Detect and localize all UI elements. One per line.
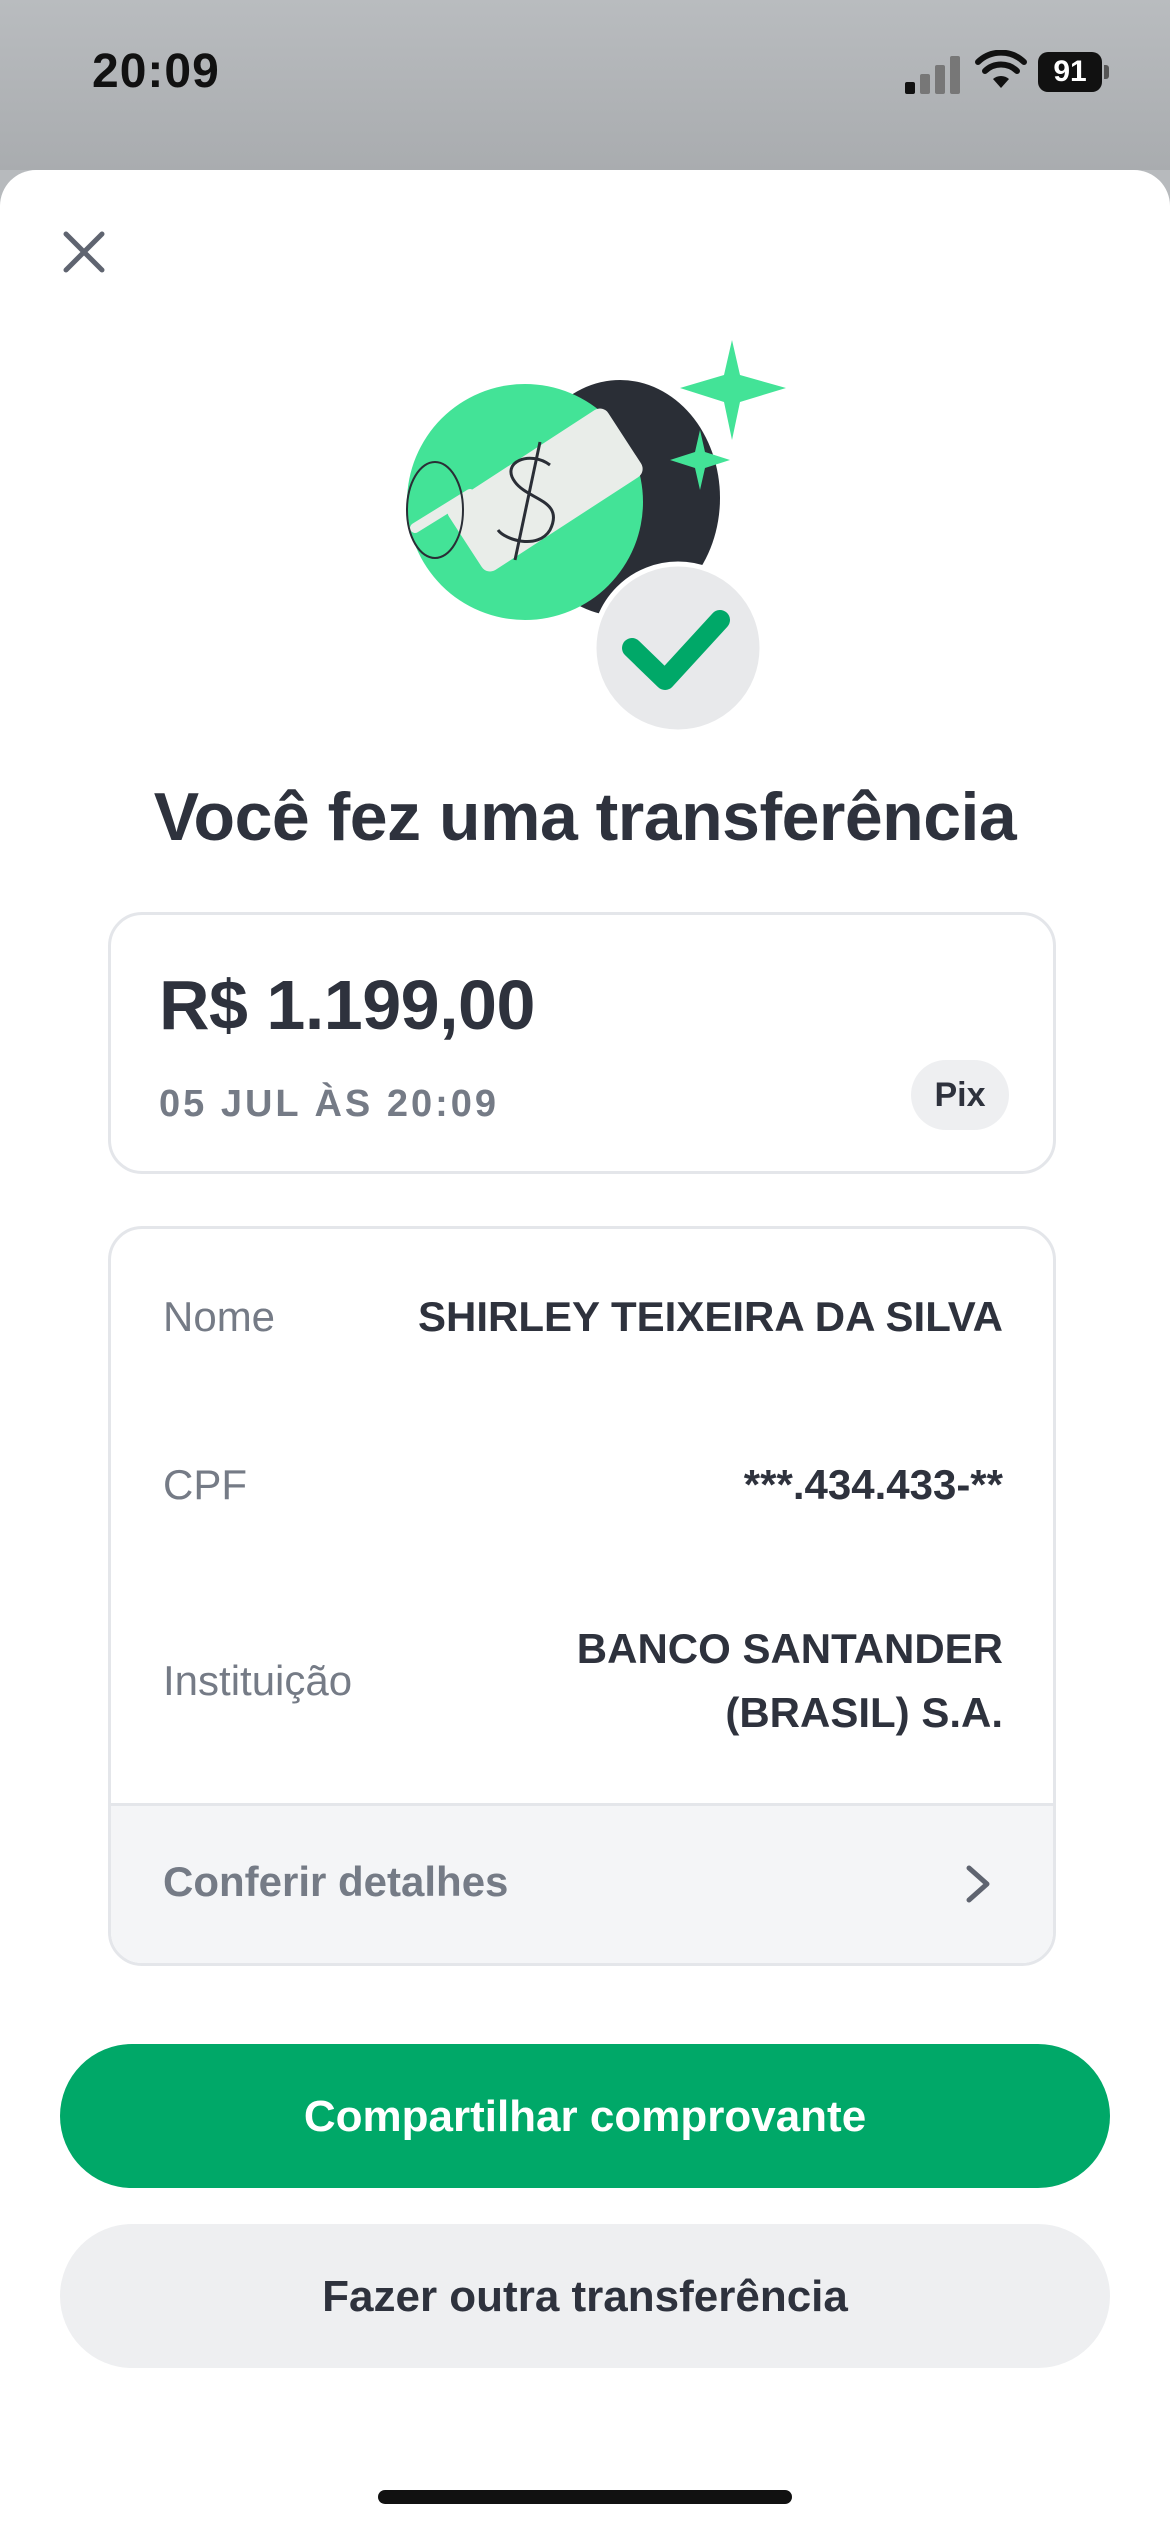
detail-value: BANCO SANTANDER (BRASIL) S.A. — [576, 1625, 1003, 1736]
status-bar: 20:09 91 — [0, 0, 1170, 170]
new-transfer-button[interactable]: Fazer outra transferência — [60, 2224, 1110, 2368]
transfer-date: 05 JUL ÀS 20:09 — [159, 1083, 500, 1125]
detail-label: Nome — [163, 1293, 276, 1340]
detail-row-nome: Nome SHIRLEY TEIXEIRA DA SILVA — [163, 1285, 1003, 1349]
detail-row-cpf: CPF ***.434.433-** — [163, 1453, 1003, 1517]
battery-icon: 91 — [1038, 52, 1110, 92]
recipient-details-card: Nome SHIRLEY TEIXEIRA DA SILVA CPF ***.4… — [108, 1226, 1056, 1966]
battery-level: 91 — [1038, 52, 1102, 92]
view-details-label: Conferir detalhes — [163, 1858, 509, 1905]
detail-label: Instituição — [163, 1657, 353, 1704]
close-button[interactable] — [50, 218, 118, 286]
signal-icon — [905, 56, 960, 94]
payment-method-badge: Pix — [911, 1060, 1009, 1130]
detail-value: ***.434.433-** — [743, 1461, 1003, 1508]
status-time: 20:09 — [92, 45, 220, 98]
detail-value: SHIRLEY TEIXEIRA DA SILVA — [418, 1293, 1003, 1340]
detail-label: CPF — [163, 1461, 247, 1508]
success-badge — [591, 561, 765, 730]
transfer-amount: R$ 1.199,00 — [159, 966, 535, 1044]
money-success-illustration — [406, 340, 786, 730]
view-details-link[interactable]: Conferir detalhes — [111, 1803, 1053, 1963]
share-receipt-button[interactable]: Compartilhar comprovante — [60, 2044, 1110, 2188]
close-icon — [63, 231, 105, 273]
home-indicator — [378, 2490, 792, 2504]
page-title: Você fez uma transferência — [153, 779, 1017, 855]
battery-tip — [1104, 65, 1109, 79]
detail-row-instituicao: Instituição BANCO SANTANDER (BRASIL) S.A… — [163, 1617, 1003, 1745]
amount-card: R$ 1.199,00 05 JUL ÀS 20:09 Pix — [108, 912, 1056, 1174]
wifi-icon — [975, 50, 1027, 88]
chevron-right-icon — [966, 1865, 990, 1903]
